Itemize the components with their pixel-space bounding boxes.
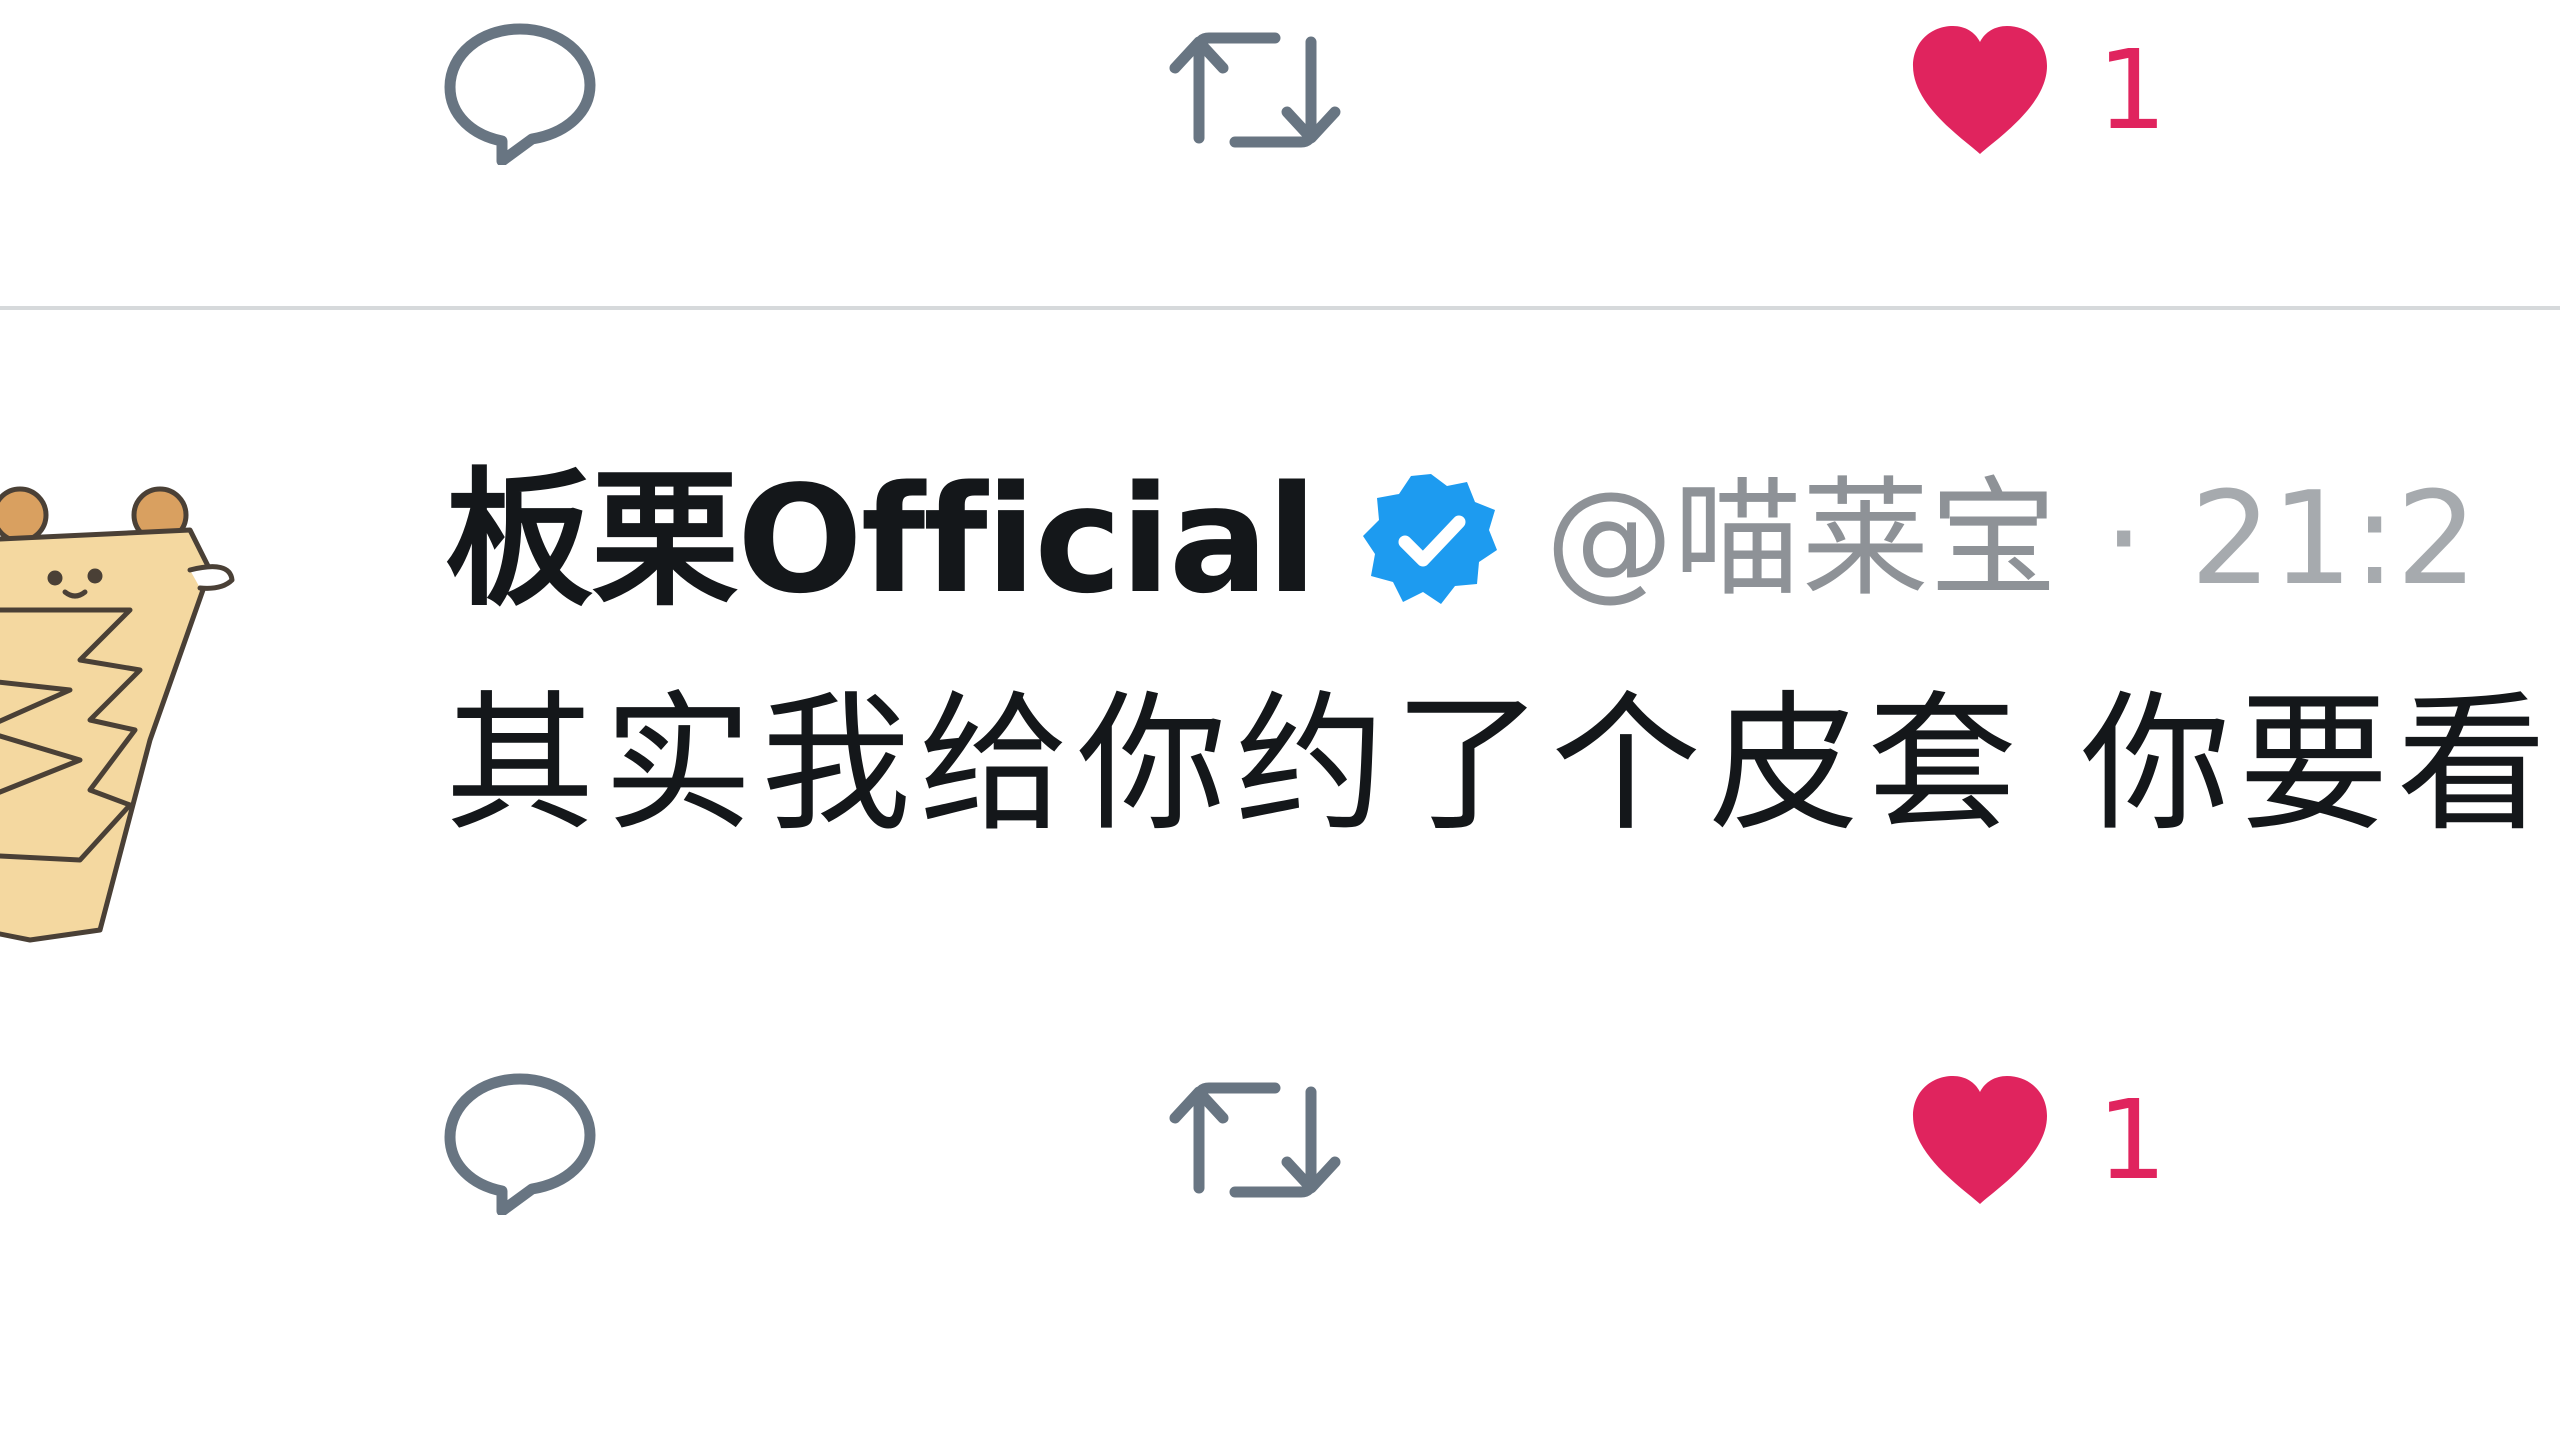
tweet[interactable]: 板栗Official @喵莱宝 · 21:2 其实我给你约了个皮套 你要看 (0, 310, 2560, 1050)
like-button[interactable]: 1 (1905, 0, 2169, 180)
timestamp[interactable]: 21:2 (2190, 476, 2477, 604)
verified-check-badge-icon (1363, 474, 1498, 604)
reply-button[interactable] (440, 1050, 600, 1230)
retweet-arrows-icon (1169, 32, 1341, 148)
retweet-button[interactable] (1165, 0, 1345, 180)
tweet-text: 其实我给你约了个皮套 你要看 (445, 678, 2555, 852)
timeline-viewport: 1 板栗Official @喵莱宝 · 21:2 其实我给你约了个皮套 你要看 … (0, 0, 2560, 1440)
comment-bubble-icon (444, 23, 596, 165)
like-count: 1 (2097, 26, 2169, 154)
previous-tweet-action-bar: 1 (0, 0, 2560, 180)
display-name[interactable]: 板栗Official (445, 466, 1317, 614)
user-handle[interactable]: @喵莱宝 (1545, 476, 2057, 604)
like-count: 1 (2097, 1076, 2169, 1204)
heart-filled-icon (1913, 1076, 2047, 1204)
like-button[interactable]: 1 (1905, 1050, 2169, 1230)
comment-bubble-icon (444, 1073, 596, 1215)
tweet-action-bar: 1 (0, 1050, 2560, 1230)
separator-dot: · (2103, 465, 2145, 614)
retweet-arrows-icon (1169, 1082, 1341, 1198)
heart-filled-icon (1913, 26, 2047, 154)
tweet-header: 板栗Official @喵莱宝 · 21:2 (445, 450, 2478, 630)
retweet-button[interactable] (1165, 1050, 1345, 1230)
reply-button[interactable] (440, 0, 600, 180)
